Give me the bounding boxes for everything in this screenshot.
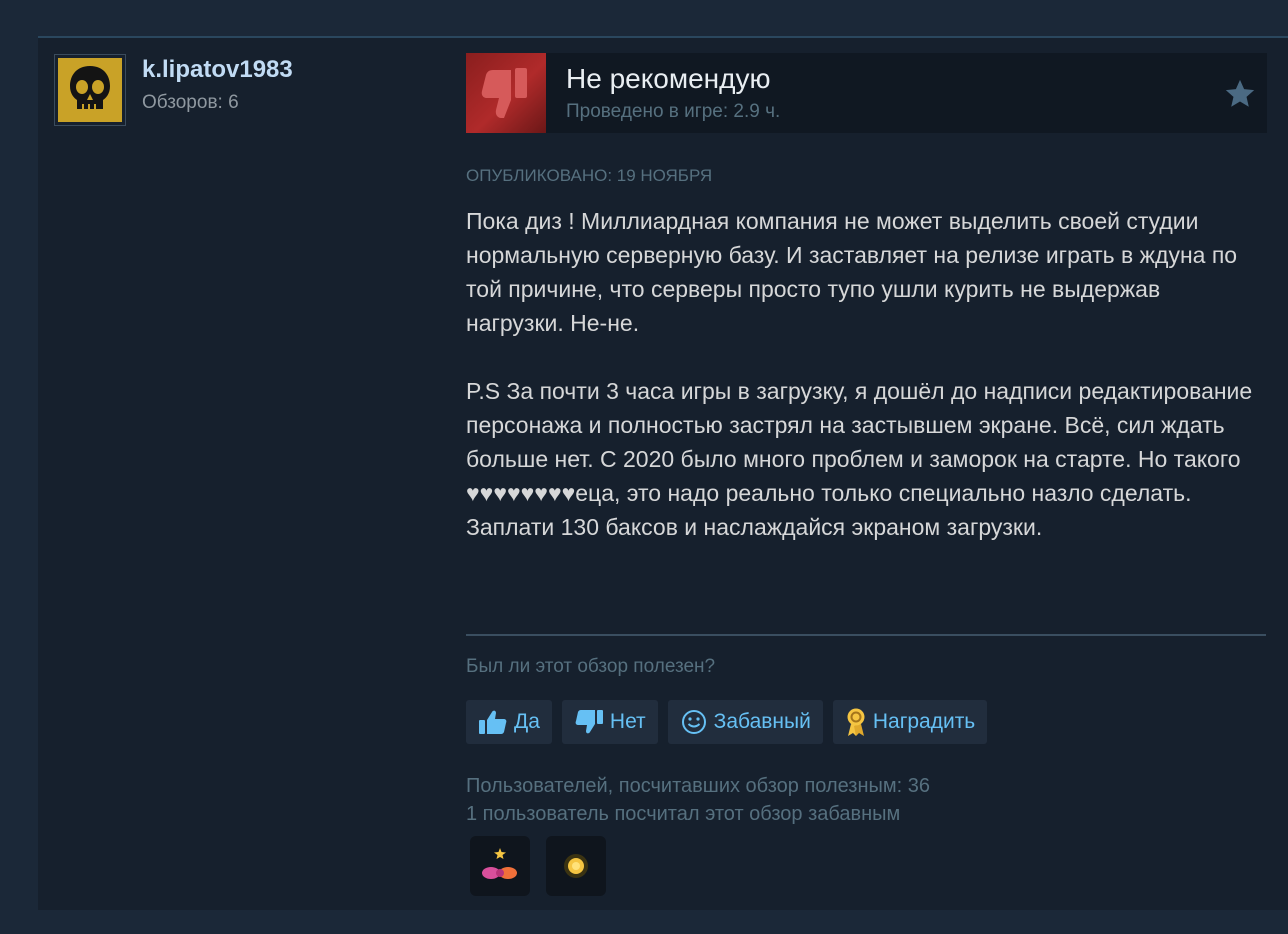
review-card: k.lipatov1983 Обзоров: 6 Не рекомендую П…: [38, 36, 1288, 910]
award-badge[interactable]: [470, 836, 530, 896]
divider: [466, 634, 1266, 636]
avatar[interactable]: [54, 54, 126, 126]
vote-no-label: Нет: [609, 710, 646, 733]
smiley-icon: [681, 710, 706, 734]
helpful-question: Был ли этот обзор полезен?: [466, 656, 716, 677]
heart-award-icon: [482, 848, 517, 879]
helpful-count: Пользователей, посчитавших обзор полезны…: [466, 775, 931, 797]
award-button[interactable]: Наградить: [832, 700, 988, 744]
username[interactable]: k.lipatov1983: [142, 56, 293, 84]
vote-funny-label: Забавный: [713, 710, 811, 733]
verdict-title[interactable]: Не рекомендую: [566, 63, 770, 95]
vote-yes-button[interactable]: Да: [466, 700, 552, 744]
vote-no-button[interactable]: Нет: [561, 700, 658, 744]
skull-icon: [58, 58, 122, 122]
vote-funny-button[interactable]: Забавный: [667, 700, 823, 744]
verdict-header: Не рекомендую Проведено в игре: 2.9 ч.: [466, 53, 1267, 133]
review-stats: Пользователей, посчитавших обзор полезны…: [466, 772, 930, 828]
review-body: Пока диз ! Миллиардная компания не может…: [466, 204, 1256, 578]
coin-award-icon: [564, 854, 588, 878]
award-icon: [847, 708, 865, 736]
funny-count: 1 пользователь посчитал этот обзор забав…: [466, 803, 901, 825]
thumbs-down-icon: [575, 710, 603, 734]
vote-buttons: Да Нет Забавный Наградить: [466, 700, 988, 744]
posted-date: Опубликовано: 19 ноября: [466, 166, 713, 185]
vote-yes-label: Да: [514, 710, 540, 733]
thumbs-up-icon: [479, 710, 507, 734]
review-paragraph: Пока диз ! Миллиардная компания не может…: [466, 208, 1238, 336]
thumbs-down-icon: [466, 53, 546, 133]
review-paragraph: P.S За почти 3 часа игры в загрузку, я д…: [466, 378, 1253, 540]
awards-row: [470, 836, 606, 896]
playtime: Проведено в игре: 2.9 ч.: [566, 101, 781, 122]
award-label: Наградить: [872, 710, 976, 733]
award-badge[interactable]: [546, 836, 606, 896]
star-icon[interactable]: [1223, 77, 1257, 111]
review-count[interactable]: Обзоров: 6: [142, 92, 239, 114]
